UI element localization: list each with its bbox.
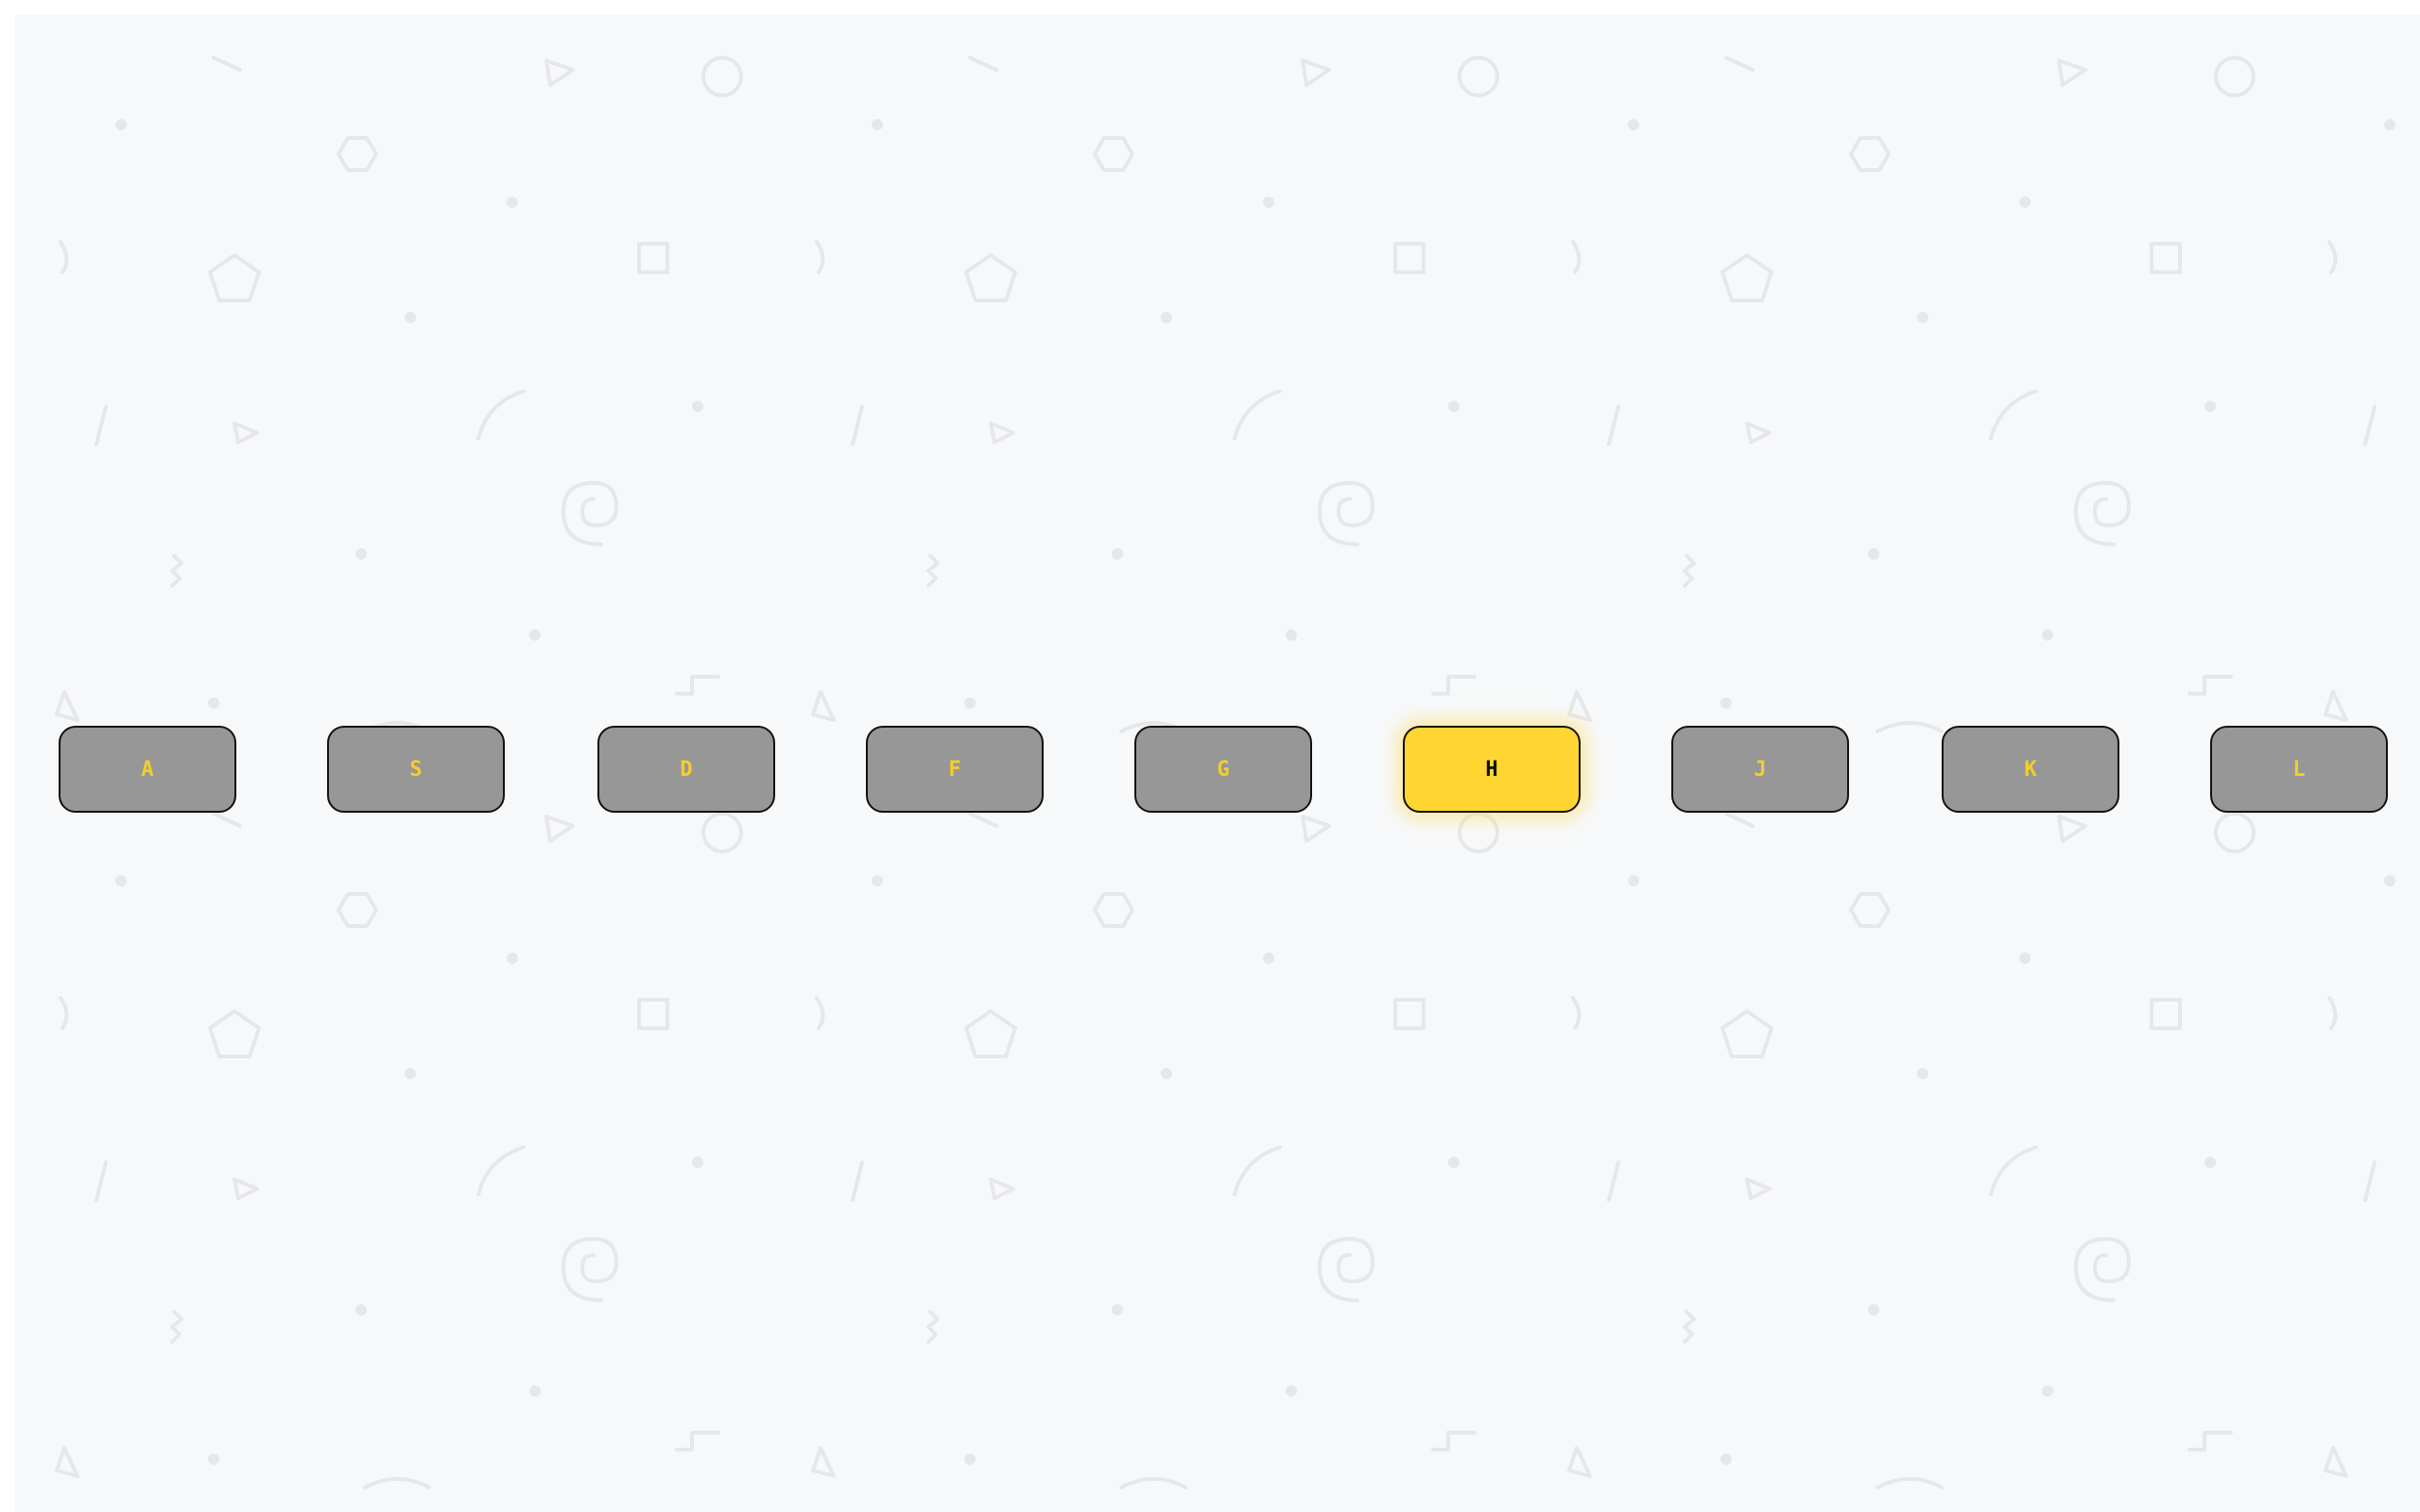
key-l[interactable]: L bbox=[2210, 726, 2388, 813]
key-f[interactable]: F bbox=[866, 726, 1044, 813]
key-a[interactable]: A bbox=[59, 726, 236, 813]
key-g[interactable]: G bbox=[1134, 726, 1312, 813]
key-j[interactable]: J bbox=[1671, 726, 1849, 813]
key-s[interactable]: S bbox=[327, 726, 505, 813]
key-k[interactable]: K bbox=[1942, 726, 2119, 813]
key-d[interactable]: D bbox=[597, 726, 775, 813]
home-row-keyboard: A S D F G H J K L bbox=[15, 15, 2420, 1512]
app-canvas: A S D F G H J K L bbox=[15, 15, 2420, 1512]
key-h[interactable]: H bbox=[1403, 726, 1581, 813]
